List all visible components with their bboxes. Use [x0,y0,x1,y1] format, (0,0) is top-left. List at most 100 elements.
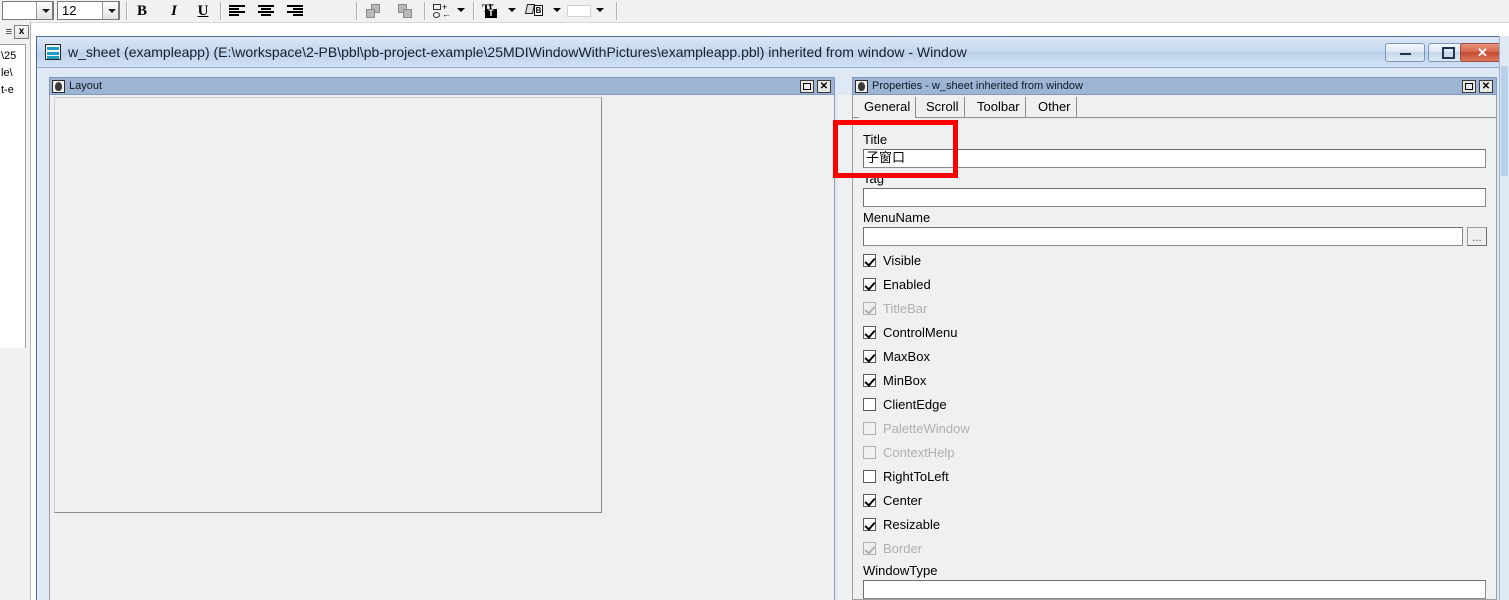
windowtype-field-label: WindowType [863,563,938,578]
checkbox-border: Border [863,540,922,556]
properties-panel-body: General Scroll Toolbar Other Title 子窗口 T… [852,95,1497,600]
checkbox-icon[interactable] [863,373,876,387]
title-field-input[interactable]: 子窗口 [863,149,1486,168]
fill-color-icon: B [524,3,544,19]
toolbar-separator [220,2,222,20]
tab-toolbar[interactable]: Toolbar [972,97,1026,117]
align-right-icon [287,5,303,17]
properties-panel-maximize-button[interactable] [1462,80,1476,93]
toolbar-separator [616,2,618,20]
checkbox-center[interactable]: Center [863,492,922,508]
layout-panel-close-button[interactable]: ✕ [817,80,831,93]
window-title: w_sheet (exampleapp) (E:\workspace\2-PB\… [68,44,967,60]
menuname-browse-button[interactable]: ... [1467,227,1487,246]
color-swatch-dropdown-arrow-icon[interactable] [596,8,604,12]
checkbox-icon[interactable] [863,517,876,531]
properties-fields: Title 子窗口 Tag MenuName ... Visible Enabl… [853,119,1496,599]
italic-button[interactable]: I [163,1,185,21]
menuname-field-label: MenuName [863,210,931,225]
checkbox-controlmenu[interactable]: ControlMenu [863,324,957,340]
checkbox-label: TitleBar [883,300,928,316]
underline-button[interactable]: U [192,1,214,21]
checkbox-icon[interactable] [863,397,876,411]
tree-item[interactable]: \25 [0,48,25,65]
checkbox-label: MinBox [883,372,927,388]
menuname-field-input[interactable] [863,227,1463,246]
bold-button[interactable]: B [131,1,153,21]
checkbox-icon[interactable] [863,469,876,483]
text-color-icon: T r T [482,2,500,19]
properties-panel-titlebar[interactable]: Properties - w_sheet inherited from wind… [852,77,1497,95]
app-scrollbar-thumb[interactable] [1501,66,1508,176]
chevron-down-icon[interactable] [102,2,119,19]
tabstrip-underline [853,117,1496,118]
send-to-back-button[interactable] [396,1,418,21]
checkbox-icon[interactable] [863,349,876,363]
layout-design-canvas[interactable] [54,97,602,513]
toolbar-separator [473,2,475,20]
window-titlebar[interactable]: w_sheet (exampleapp) (E:\workspace\2-PB\… [37,37,1508,68]
layout-panel-titlebar[interactable]: Layout ✕ [49,77,835,95]
properties-tabstrip: General Scroll Toolbar Other [853,95,1496,119]
left-panel-tree[interactable]: \25 le\ t-e [0,44,26,348]
font-size-combo[interactable]: 12 [57,1,120,20]
minimize-icon [1386,44,1424,61]
maximize-icon [803,83,811,90]
app-scrollbar[interactable] [1499,36,1509,600]
close-icon: ✕ [1477,44,1488,60]
layout-panel-maximize-button[interactable] [800,80,814,93]
painter-window: w_sheet (exampleapp) (E:\workspace\2-PB\… [36,36,1509,600]
bring-to-front-icon [366,4,384,20]
align-left-icon [229,5,245,17]
insert-control-button[interactable]: + ← [430,1,452,21]
text-color-dropdown-arrow-icon[interactable] [508,8,516,12]
checkbox-label: MaxBox [883,348,930,364]
color-swatch[interactable] [567,5,591,17]
bring-to-front-button[interactable] [364,1,386,21]
font-family-combo[interactable] [2,1,54,20]
tab-scroll[interactable]: Scroll [921,97,965,117]
fill-color-dropdown-arrow-icon[interactable] [553,8,561,12]
top-toolbar: 12 B I U + ← T r T B [0,0,1509,23]
windowtype-field-input[interactable] [863,580,1486,599]
checkbox-visible[interactable]: Visible [863,252,921,268]
checkbox-icon[interactable] [863,493,876,507]
tree-item[interactable]: t-e [0,82,25,99]
checkbox-icon[interactable] [863,325,876,339]
checkbox-label: Enabled [883,276,931,292]
menu-icon[interactable]: ≡ [6,26,12,38]
properties-panel-icon [855,79,868,93]
properties-panel-close-button[interactable]: ✕ [1479,80,1493,93]
text-color-button[interactable]: T r T [480,1,502,21]
tab-general[interactable]: General [859,97,917,117]
close-icon[interactable]: x [14,25,29,39]
layout-panel-body [49,95,835,600]
title-field-label: Title [863,132,888,147]
tag-field-input[interactable] [863,188,1486,207]
checkbox-enabled[interactable]: Enabled [863,276,931,292]
align-right-button[interactable] [284,1,306,21]
checkbox-icon [863,301,876,315]
checkbox-icon [863,445,876,459]
checkbox-label: Border [883,540,923,556]
checkbox-resizable[interactable]: Resizable [863,516,940,532]
tree-item[interactable]: le\ [0,65,25,82]
align-center-button[interactable] [255,1,277,21]
align-left-button[interactable] [226,1,248,21]
checkbox-minbox[interactable]: MinBox [863,372,926,388]
checkbox-icon[interactable] [863,253,876,267]
fill-color-button[interactable]: B [524,1,546,21]
chevron-down-icon[interactable] [36,2,53,19]
insert-control-dropdown-arrow-icon[interactable] [457,8,465,12]
checkbox-icon [863,421,876,435]
checkbox-maxbox[interactable]: MaxBox [863,348,930,364]
checkbox-clientedge[interactable]: ClientEdge [863,396,947,412]
left-panel-header: ≡ x [0,24,30,40]
checkbox-label: ClientEdge [883,396,947,412]
minimize-button[interactable] [1385,43,1425,62]
checkbox-righttoleft[interactable]: RightToLeft [863,468,949,484]
checkbox-icon[interactable] [863,277,876,291]
font-size-value: 12 [62,3,77,18]
tab-other[interactable]: Other [1033,97,1077,117]
send-to-back-icon [398,4,416,20]
